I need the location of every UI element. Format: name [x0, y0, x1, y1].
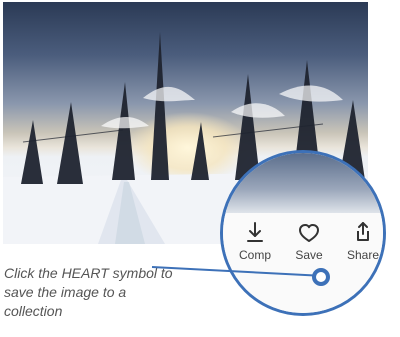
- comp-label: Comp: [238, 248, 271, 262]
- lens-photo-preview: [223, 153, 383, 213]
- callout-text: Click the HEART symbol to save the image…: [4, 265, 173, 319]
- download-icon: [242, 220, 268, 246]
- image-action-bar: Comp Save Share: [228, 214, 388, 270]
- comp-button[interactable]: Comp: [228, 214, 282, 270]
- share-label: Share: [346, 248, 380, 262]
- share-icon: [350, 220, 376, 246]
- save-button[interactable]: Save: [282, 214, 336, 270]
- heart-icon: [296, 220, 322, 246]
- callout-pointer-dot: [312, 268, 330, 286]
- share-button[interactable]: Share: [336, 214, 390, 270]
- save-label: Save: [295, 248, 323, 262]
